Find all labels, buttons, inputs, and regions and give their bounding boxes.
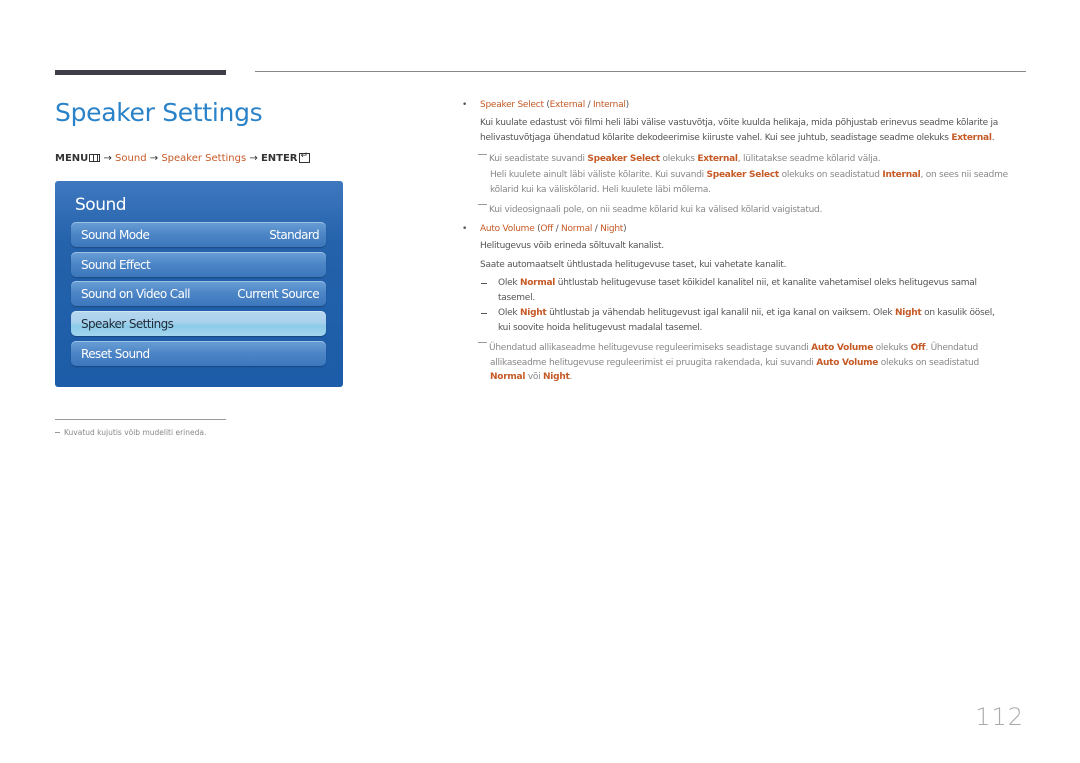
page-number: 112 — [975, 703, 1024, 731]
paragraph-line: helivastuvõtjaga ühendatud kõlarite deko… — [480, 133, 995, 143]
highlight: Off — [910, 343, 926, 353]
option-normal: Normal — [561, 224, 593, 234]
note-dash — [478, 342, 487, 343]
highlight: Normal — [519, 278, 556, 288]
list-line: tasemel. — [498, 293, 535, 303]
highlight: Normal — [490, 372, 526, 382]
osd-item-speaker-settings[interactable]: Speaker Settings — [71, 311, 326, 336]
menu-label: MENU — [55, 153, 89, 164]
list-dash — [481, 313, 487, 314]
menu-path-breadcrumb: MENU → Sound → Speaker Settings → ENTER — [55, 151, 310, 164]
text: . — [569, 372, 573, 382]
footnote: Kuvatud kujutis võib mudeliti erineda. — [55, 428, 206, 437]
text: olekuks — [873, 343, 911, 353]
menu-icon — [89, 154, 101, 162]
text: ühtlustab helitugevuse taset kõikidel ka… — [555, 278, 977, 288]
list-line: kui soovite hoida helitugevust madalal t… — [498, 323, 703, 333]
highlight: Night — [543, 372, 570, 382]
text: olekuks — [659, 154, 698, 164]
highlight: Night — [519, 308, 547, 318]
page-title: Speaker Settings — [55, 98, 263, 127]
osd-item-value: Current Source — [237, 287, 319, 301]
text: ühtlustab ja vähendab helitugevust igal … — [546, 308, 895, 318]
paragraph-line: Helitugevus võib erineda sõltuvalt kanal… — [480, 241, 664, 251]
osd-item-label: Sound Effect — [81, 258, 151, 272]
note-line: Kui videosignaali pole, on nii seadme kõ… — [489, 205, 823, 215]
list-line: Olek Night ühtlustab ja vähendab helitug… — [498, 308, 995, 318]
sound-osd-menu: Sound Sound Mode Standard Sound Effect S… — [55, 181, 343, 387]
text: olekuks on seadistatud — [778, 170, 883, 180]
text: helivastuvõtjaga ühendatud kõlarite deko… — [480, 133, 952, 143]
osd-item-sound-mode[interactable]: Sound Mode Standard — [71, 222, 326, 247]
option-internal: Internal — [592, 100, 626, 110]
option-off: Off — [540, 224, 554, 234]
text: . Ühendatud — [925, 343, 979, 353]
osd-item-label: Sound on Video Call — [81, 287, 190, 301]
heading-text: Auto Volume — [480, 224, 535, 234]
text: Kui seadistate suvandi — [489, 154, 588, 164]
footnote-rule — [55, 419, 226, 420]
osd-item-label: Reset Sound — [81, 347, 150, 361]
header-rule-thick — [55, 70, 226, 75]
header-rule-thin — [255, 71, 1026, 72]
osd-item-reset-sound[interactable]: Reset Sound — [71, 341, 326, 366]
heading-text: Speaker Select — [480, 100, 544, 110]
highlight: External — [697, 154, 738, 164]
footnote-dash — [55, 432, 60, 433]
osd-item-value: Standard — [269, 228, 319, 242]
paragraph-line: Saate automaatselt ühtlustada helitugevu… — [480, 260, 787, 270]
highlight: Night — [894, 308, 922, 318]
option-external: External — [549, 100, 586, 110]
list-dash — [481, 283, 487, 284]
note-line: Kui seadistate suvandi Speaker Select ol… — [489, 154, 881, 164]
list-line: Olek Normal ühtlustab helitugevuse taset… — [498, 278, 977, 288]
note-dash — [478, 204, 487, 205]
arrow: → — [249, 153, 258, 164]
bullet: • — [462, 224, 468, 234]
highlight: Speaker Select — [706, 170, 780, 180]
highlight: Auto Volume — [816, 358, 879, 368]
text: on kasulik öösel, — [921, 308, 995, 318]
text: või — [525, 372, 544, 382]
paragraph-line: Kui kuulate edastust või filmi heli läbi… — [480, 118, 999, 128]
osd-item-sound-on-video-call[interactable]: Sound on Video Call Current Source — [71, 281, 326, 306]
text: . — [991, 133, 995, 143]
enter-icon — [298, 151, 310, 163]
note-dash — [478, 154, 487, 155]
text: , lülitatakse seadme kõlarid välja. — [737, 154, 881, 164]
note-line: Normal või Night. — [490, 372, 572, 382]
text: Olek — [498, 308, 520, 318]
note-line: Ühendatud allikaseadme helitugevuse regu… — [489, 343, 978, 353]
highlight: Auto Volume — [811, 343, 874, 353]
text: allikaseadme helitugevuse reguleerimist … — [490, 358, 817, 368]
speaker-select-heading: Speaker Select (External / Internal) — [480, 100, 629, 110]
enter-label: ENTER — [260, 153, 298, 164]
osd-title: Sound — [75, 195, 127, 215]
text: Ühendatud allikaseadme helitugevuse regu… — [489, 343, 812, 353]
note-line: allikaseadme helitugevuse reguleerimist … — [490, 358, 979, 368]
menu-path-speaker-settings: Speaker Settings — [161, 153, 247, 164]
highlight: Internal — [882, 170, 921, 180]
text: Olek — [498, 278, 520, 288]
note-line: Heli kuulete ainult läbi väliste kõlarit… — [490, 170, 1008, 180]
text: Heli kuulete ainult läbi väliste kõlarit… — [490, 170, 707, 180]
highlight: Speaker Select — [587, 154, 660, 164]
osd-item-label: Sound Mode — [81, 228, 150, 242]
menu-path-sound: Sound — [115, 153, 147, 164]
auto-volume-heading: Auto Volume (Off / Normal / Night) — [480, 224, 627, 234]
osd-item-sound-effect[interactable]: Sound Effect — [71, 252, 326, 277]
note-line: kõlarid kui ka väliskõlarid. Heli kuulet… — [490, 185, 711, 195]
osd-item-label: Speaker Settings — [81, 317, 174, 331]
highlight: External — [951, 133, 992, 143]
text: olekuks on seadistatud — [878, 358, 979, 368]
arrow: → — [149, 153, 159, 164]
option-night: Night — [600, 224, 624, 234]
bullet: • — [462, 100, 468, 110]
arrow: → — [103, 153, 112, 164]
text: , on sees nii seadme — [920, 170, 1009, 180]
footnote-text: Kuvatud kujutis võib mudeliti erineda. — [64, 428, 207, 437]
